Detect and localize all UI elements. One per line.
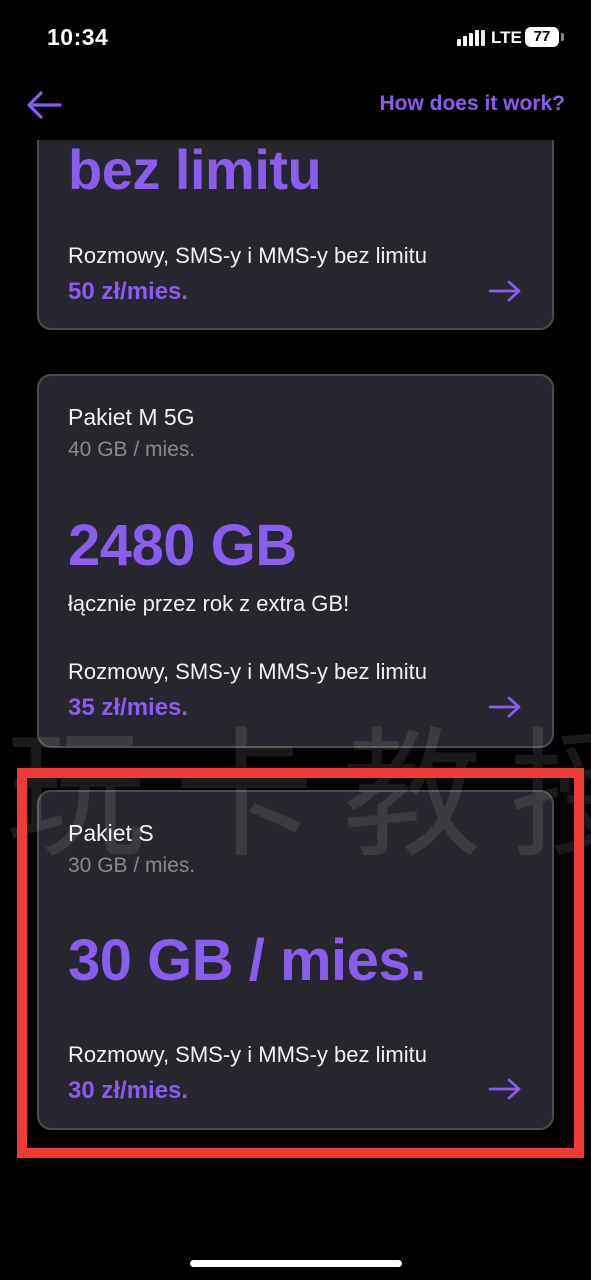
- battery-tip: [561, 33, 564, 41]
- arrow-right-icon: [488, 1078, 521, 1100]
- plan-headline: 2480 GB: [68, 513, 297, 578]
- network-type: LTE: [491, 28, 522, 47]
- battery-level: 77: [533, 28, 551, 45]
- arrow-left-icon: [27, 91, 62, 119]
- battery-icon: 77: [525, 27, 559, 47]
- plan-price: 50 zł/mies.: [68, 278, 189, 305]
- arrow-right-icon: [488, 280, 521, 302]
- plan-price: 35 zł/mies.: [68, 694, 189, 721]
- plan-card-s[interactable]: Pakiet S 30 GB / mies. 30 GB / mies. Roz…: [37, 790, 554, 1130]
- status-time: 10:34: [47, 24, 109, 50]
- how-does-it-work-link[interactable]: How does it work?: [379, 92, 565, 116]
- plan-extra: łącznie przez rok z extra GB!: [68, 591, 350, 616]
- status-bar: 10:34 LTE 77: [0, 0, 591, 70]
- plan-calls: Rozmowy, SMS-y i MMS-y bez limitu: [68, 243, 427, 268]
- plan-name: Pakiet S: [68, 820, 154, 846]
- plan-name: Pakiet M 5G: [68, 404, 195, 430]
- plan-headline: 30 GB / mies.: [68, 928, 426, 993]
- plan-card-unlimited[interactable]: bez limitu Rozmowy, SMS-y i MMS-y bez li…: [37, 140, 554, 330]
- plan-calls: Rozmowy, SMS-y i MMS-y bez limitu: [68, 1042, 427, 1067]
- home-indicator[interactable]: [190, 1260, 402, 1267]
- plan-headline: bez limitu: [68, 140, 322, 201]
- plan-data: 40 GB / mies.: [68, 438, 196, 461]
- plan-calls: Rozmowy, SMS-y i MMS-y bez limitu: [68, 659, 427, 684]
- plan-card-m5g[interactable]: Pakiet M 5G 40 GB / mies. 2480 GB łączni…: [37, 374, 554, 748]
- plan-data: 30 GB / mies.: [68, 854, 196, 877]
- arrow-right-icon: [488, 696, 521, 718]
- plan-price: 30 zł/mies.: [68, 1077, 189, 1104]
- plans-list[interactable]: bez limitu Rozmowy, SMS-y i MMS-y bez li…: [0, 140, 591, 1240]
- signal-icon: [457, 30, 485, 46]
- back-button[interactable]: [24, 88, 64, 122]
